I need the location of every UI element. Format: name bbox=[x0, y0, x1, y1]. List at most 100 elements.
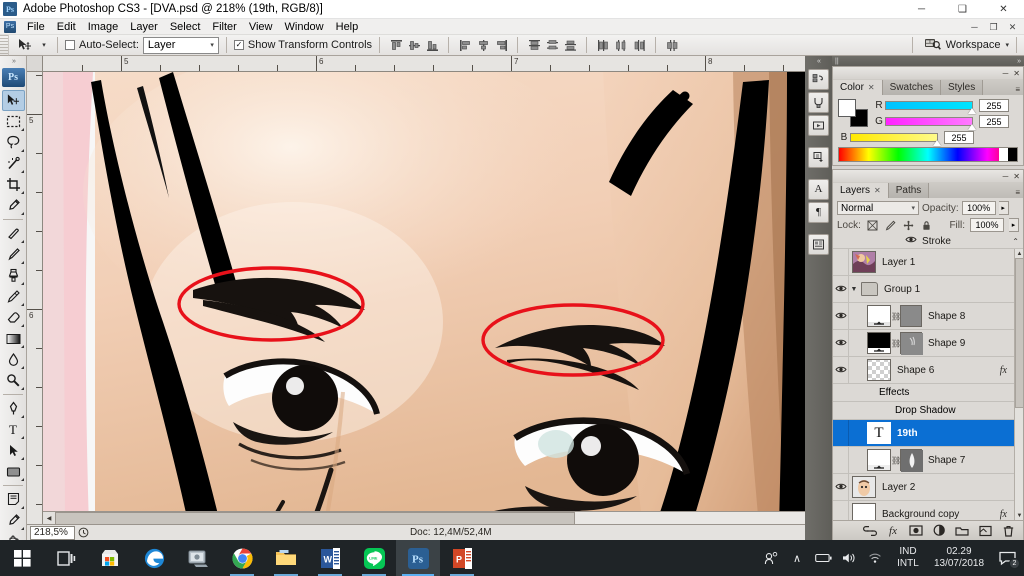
layer-mask-thumbnail-shape-9[interactable] bbox=[900, 332, 923, 355]
history-brush-tool[interactable] bbox=[2, 286, 25, 307]
layer-thumbnail-shape-8[interactable] bbox=[867, 305, 891, 327]
show-transform-controls-checkbox[interactable]: ✓ bbox=[233, 40, 244, 50]
lock-image-pixels-icon[interactable] bbox=[884, 219, 897, 232]
layer-mask-thumbnail-shape-8[interactable] bbox=[900, 305, 922, 327]
workspace-switcher[interactable]: Workspace ▾ bbox=[924, 37, 1009, 54]
distribute-top-edges-icon[interactable] bbox=[526, 37, 542, 53]
spectrum-white-swatch[interactable] bbox=[999, 148, 1008, 161]
distribute-horizontal-centers-icon[interactable] bbox=[613, 37, 629, 53]
color-spectrum-ramp[interactable] bbox=[838, 147, 1018, 162]
add-layer-mask-icon[interactable] bbox=[909, 524, 923, 538]
crop-tool[interactable] bbox=[2, 174, 25, 195]
layer-effect-stroke-row[interactable]: Stroke ⌃ bbox=[833, 234, 1023, 249]
color-panel-minimize[interactable]: ─ bbox=[1003, 69, 1009, 78]
dodge-tool[interactable] bbox=[2, 370, 25, 391]
ruler-corner[interactable] bbox=[27, 56, 43, 72]
paragraph-panel-icon[interactable]: ¶ bbox=[808, 202, 829, 223]
delete-layer-icon[interactable] bbox=[1001, 524, 1015, 538]
options-bar-grip[interactable] bbox=[0, 34, 9, 56]
tab-color[interactable]: Color ✕ bbox=[833, 80, 883, 95]
menu-help[interactable]: Help bbox=[330, 19, 365, 35]
layer-row-shape-8[interactable]: ⛓ Shape 8 bbox=[833, 303, 1023, 330]
fill-value[interactable]: 100% bbox=[970, 218, 1004, 232]
layer-effects-fx-icon[interactable]: fx bbox=[1000, 509, 1007, 520]
layers-scroll-thumb[interactable] bbox=[1015, 258, 1023, 408]
battery-icon[interactable] bbox=[810, 540, 836, 576]
lock-position-icon[interactable] bbox=[902, 219, 915, 232]
move-tool-icon[interactable] bbox=[12, 36, 38, 55]
new-fill-adjustment-layer-icon[interactable] bbox=[932, 524, 946, 538]
document-minimize-button[interactable]: ─ bbox=[965, 20, 984, 34]
word-button[interactable]: W bbox=[308, 540, 352, 576]
healing-brush-tool[interactable] bbox=[2, 223, 25, 244]
green-channel-slider[interactable] bbox=[885, 117, 976, 130]
layer-thumbnail-layer-1[interactable] bbox=[852, 251, 876, 273]
blue-channel-knob[interactable] bbox=[933, 140, 941, 146]
new-group-icon[interactable] bbox=[955, 524, 969, 538]
color-panel-foreground-swatch[interactable] bbox=[838, 99, 856, 117]
menu-filter[interactable]: Filter bbox=[206, 19, 242, 35]
document-restore-button[interactable]: ❐ bbox=[984, 20, 1003, 34]
vertical-ruler[interactable]: 5 6 bbox=[27, 72, 43, 540]
actions-panel-icon[interactable] bbox=[808, 92, 829, 113]
close-icon[interactable]: ✕ bbox=[874, 186, 881, 195]
clone-stamp-tool[interactable] bbox=[2, 265, 25, 286]
menu-file[interactable]: File bbox=[21, 19, 51, 35]
lock-all-icon[interactable] bbox=[920, 219, 933, 232]
layers-scroll-up-arrow[interactable]: ▲ bbox=[1015, 249, 1023, 258]
tab-swatches[interactable]: Swatches bbox=[882, 80, 941, 95]
align-right-edges-icon[interactable] bbox=[493, 37, 509, 53]
group-expand-triangle-icon[interactable]: ▼ bbox=[849, 286, 859, 293]
distribute-bottom-edges-icon[interactable] bbox=[562, 37, 578, 53]
align-top-edges-icon[interactable] bbox=[388, 37, 404, 53]
lasso-tool[interactable] bbox=[2, 132, 25, 153]
visibility-toggle-layer-1[interactable] bbox=[833, 249, 849, 275]
minimize-button[interactable]: ─ bbox=[901, 0, 942, 19]
action-center-button[interactable]: 2 bbox=[990, 540, 1024, 576]
color-panel-swatches[interactable] bbox=[838, 99, 868, 127]
menu-window[interactable]: Window bbox=[279, 19, 330, 35]
task-view-button[interactable] bbox=[44, 540, 88, 576]
clock-widget[interactable]: 02.29 13/07/2018 bbox=[928, 546, 990, 570]
layer-thumbnail-19th[interactable]: T bbox=[867, 422, 891, 444]
add-layer-style-icon[interactable]: fx bbox=[886, 524, 900, 538]
color-panel-menu-icon[interactable]: ≡ bbox=[1015, 85, 1020, 94]
eraser-tool[interactable] bbox=[2, 307, 25, 328]
move-tool[interactable] bbox=[1, 90, 25, 111]
blue-channel-slider[interactable] bbox=[850, 133, 941, 146]
visibility-toggle-shape-6[interactable] bbox=[833, 357, 849, 383]
close-button[interactable]: ✕ bbox=[983, 0, 1024, 19]
media-player-button[interactable] bbox=[176, 540, 220, 576]
edge-button[interactable] bbox=[132, 540, 176, 576]
layer-mask-link-icon[interactable]: ⛓ bbox=[891, 339, 901, 348]
auto-select-checkbox-group[interactable]: Auto-Select: bbox=[65, 39, 139, 51]
menu-view[interactable]: View bbox=[243, 19, 279, 35]
layer-row-layer-2[interactable]: Layer 2 bbox=[833, 474, 1023, 501]
layer-row-shape-6[interactable]: Shape 6 fx ▴ bbox=[833, 357, 1023, 384]
visibility-toggle-group-1[interactable] bbox=[833, 276, 849, 302]
visibility-toggle-background-copy[interactable] bbox=[833, 501, 849, 520]
layer-comps-panel-icon[interactable] bbox=[808, 234, 829, 255]
show-transform-controls-group[interactable]: ✓ Show Transform Controls bbox=[233, 39, 372, 51]
layer-row-layer-1[interactable]: Layer 1 bbox=[833, 249, 1023, 276]
visibility-toggle-shape-8[interactable] bbox=[833, 303, 849, 329]
green-channel-knob[interactable] bbox=[968, 124, 976, 130]
language-indicator[interactable]: IND INTL bbox=[888, 546, 928, 570]
gradient-tool[interactable] bbox=[2, 328, 25, 349]
line-button[interactable]: LINE bbox=[352, 540, 396, 576]
auto-select-checkbox[interactable] bbox=[65, 40, 75, 50]
layer-effects-fx-icon[interactable]: fx bbox=[1000, 365, 1007, 376]
menu-image[interactable]: Image bbox=[82, 19, 125, 35]
layers-scroll-down-arrow[interactable]: ▼ bbox=[1015, 511, 1023, 520]
layer-thumbnail-shape-6[interactable] bbox=[867, 359, 891, 381]
layer-row-background-copy[interactable]: Background copy fx ▴ bbox=[833, 501, 1023, 520]
align-horizontal-centers-icon[interactable] bbox=[475, 37, 491, 53]
tab-styles[interactable]: Styles bbox=[940, 80, 984, 95]
layer-thumbnail-shape-9[interactable] bbox=[867, 332, 891, 354]
wifi-icon[interactable] bbox=[862, 540, 888, 576]
layer-mask-link-icon[interactable]: ⛓ bbox=[891, 312, 901, 321]
menu-layer[interactable]: Layer bbox=[124, 19, 164, 35]
image-canvas[interactable] bbox=[43, 72, 819, 527]
visibility-toggle-19th[interactable] bbox=[833, 420, 849, 446]
layers-list[interactable]: Layer 1 ▼ Group 1 ⛓ Shape 8 ⛓ Shape 9 Sh… bbox=[833, 249, 1023, 520]
